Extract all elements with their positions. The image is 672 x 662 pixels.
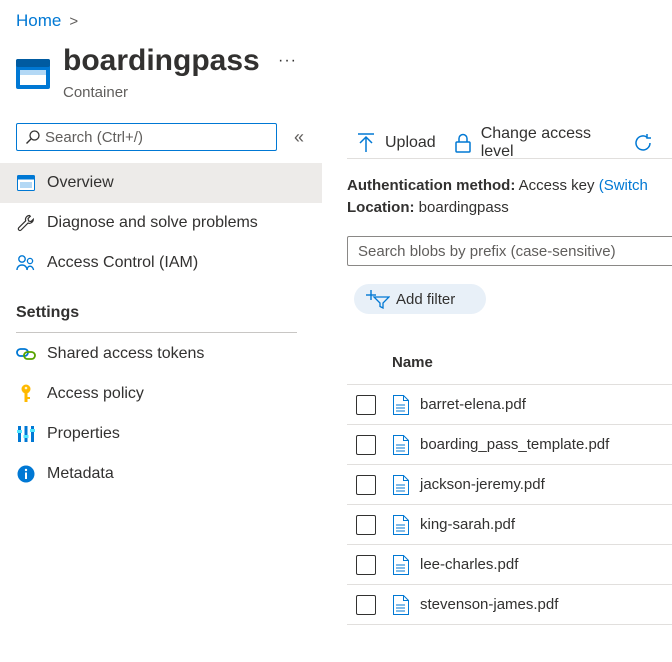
- file-name[interactable]: boarding_pass_template.pdf: [420, 436, 609, 453]
- sidebar-item-label: Properties: [47, 425, 120, 442]
- add-filter-label: Add filter: [396, 290, 456, 308]
- breadcrumb: Home >: [16, 11, 78, 31]
- sidebar-item-label: Shared access tokens: [47, 345, 205, 362]
- table-row[interactable]: stevenson-james.pdf: [347, 585, 672, 625]
- sidebar-item-access-policy[interactable]: Access policy: [0, 374, 322, 414]
- refresh-button[interactable]: [633, 133, 653, 153]
- upload-label: Upload: [385, 134, 436, 151]
- upload-button[interactable]: Upload: [357, 133, 436, 153]
- row-checkbox[interactable]: [356, 434, 376, 455]
- properties-icon: [16, 424, 36, 444]
- sidebar-search-input[interactable]: [45, 128, 255, 146]
- collapse-sidebar-icon[interactable]: «: [294, 127, 304, 148]
- table-row[interactable]: jackson-jeremy.pdf: [347, 465, 672, 505]
- lock-icon: [454, 133, 471, 153]
- file-icon: [392, 474, 410, 495]
- row-checkbox[interactable]: [356, 594, 376, 615]
- settings-heading: Settings: [16, 304, 80, 321]
- sidebar-item-label: Access policy: [47, 385, 144, 402]
- file-name[interactable]: lee-charles.pdf: [420, 556, 518, 573]
- row-checkbox[interactable]: [356, 514, 376, 535]
- sidebar-item-properties[interactable]: Properties: [0, 414, 322, 454]
- sidebar-item-shared-access-tokens[interactable]: Shared access tokens: [0, 334, 322, 374]
- blob-search-input[interactable]: Search blobs by prefix (case-sensitive): [347, 236, 672, 266]
- upload-icon: [357, 133, 375, 153]
- file-name[interactable]: king-sarah.pdf: [420, 516, 515, 533]
- change-access-label: Change access level: [480, 125, 591, 160]
- chevron-right-icon: >: [69, 12, 79, 30]
- more-options-icon[interactable]: ···: [278, 52, 297, 70]
- file-name[interactable]: stevenson-james.pdf: [420, 596, 558, 613]
- add-filter-button[interactable]: Add filter: [354, 284, 486, 314]
- page-subtitle: Container: [63, 84, 129, 101]
- sidebar-item-label: Overview: [47, 174, 114, 191]
- sidebar-item-overview[interactable]: Overview: [0, 163, 322, 203]
- file-icon: [392, 554, 410, 575]
- file-icon: [392, 394, 410, 415]
- column-header-name[interactable]: Name: [392, 354, 433, 371]
- table-row[interactable]: king-sarah.pdf: [347, 505, 672, 545]
- key-icon: [16, 384, 36, 404]
- divider: [347, 158, 672, 159]
- page-title: boardingpass: [63, 44, 260, 77]
- switch-auth-link[interactable]: (Switch: [599, 177, 648, 194]
- file-icon: [392, 434, 410, 455]
- file-name[interactable]: barret-elena.pdf: [420, 396, 526, 413]
- file-name[interactable]: jackson-jeremy.pdf: [420, 476, 545, 493]
- auth-method-line: Authentication method: Access key (Switc…: [347, 177, 648, 194]
- row-checkbox[interactable]: [356, 394, 376, 415]
- storage-container-icon: [16, 59, 50, 89]
- table-row[interactable]: boarding_pass_template.pdf: [347, 425, 672, 465]
- search-icon: [25, 129, 41, 145]
- link-icon: [16, 344, 36, 364]
- row-checkbox[interactable]: [356, 474, 376, 495]
- location-line: Location: boardingpass: [347, 199, 509, 216]
- row-checkbox[interactable]: [356, 554, 376, 575]
- location-value: boardingpass: [418, 199, 509, 216]
- blob-search-placeholder: Search blobs by prefix (case-sensitive): [358, 242, 616, 260]
- auth-method-value: Access key: [518, 177, 595, 194]
- location-label: Location:: [347, 199, 415, 216]
- refresh-icon: [633, 133, 653, 153]
- divider: [16, 332, 297, 333]
- sidebar-item-metadata[interactable]: Metadata: [0, 454, 322, 494]
- file-icon: [392, 514, 410, 535]
- table-row[interactable]: barret-elena.pdf: [347, 385, 672, 425]
- table-row[interactable]: lee-charles.pdf: [347, 545, 672, 585]
- change-access-level-button[interactable]: Change access level: [454, 125, 614, 161]
- add-filter-icon: [366, 290, 390, 309]
- auth-method-label: Authentication method:: [347, 177, 516, 194]
- file-icon: [392, 594, 410, 615]
- command-bar: Upload Change access level: [357, 125, 672, 161]
- sidebar-item-label: Metadata: [47, 465, 114, 482]
- people-icon: [16, 253, 36, 273]
- sidebar-item-label: Diagnose and solve problems: [47, 214, 258, 231]
- sidebar-item-label: Access Control (IAM): [47, 254, 199, 271]
- wrench-icon: [16, 213, 36, 233]
- sidebar-item-iam[interactable]: Access Control (IAM): [0, 243, 322, 283]
- breadcrumb-home-link[interactable]: Home: [16, 11, 61, 31]
- sidebar-item-diagnose[interactable]: Diagnose and solve problems: [0, 203, 322, 243]
- overview-icon: [16, 173, 36, 193]
- sidebar-search-box[interactable]: [16, 123, 277, 151]
- info-icon: [16, 464, 36, 484]
